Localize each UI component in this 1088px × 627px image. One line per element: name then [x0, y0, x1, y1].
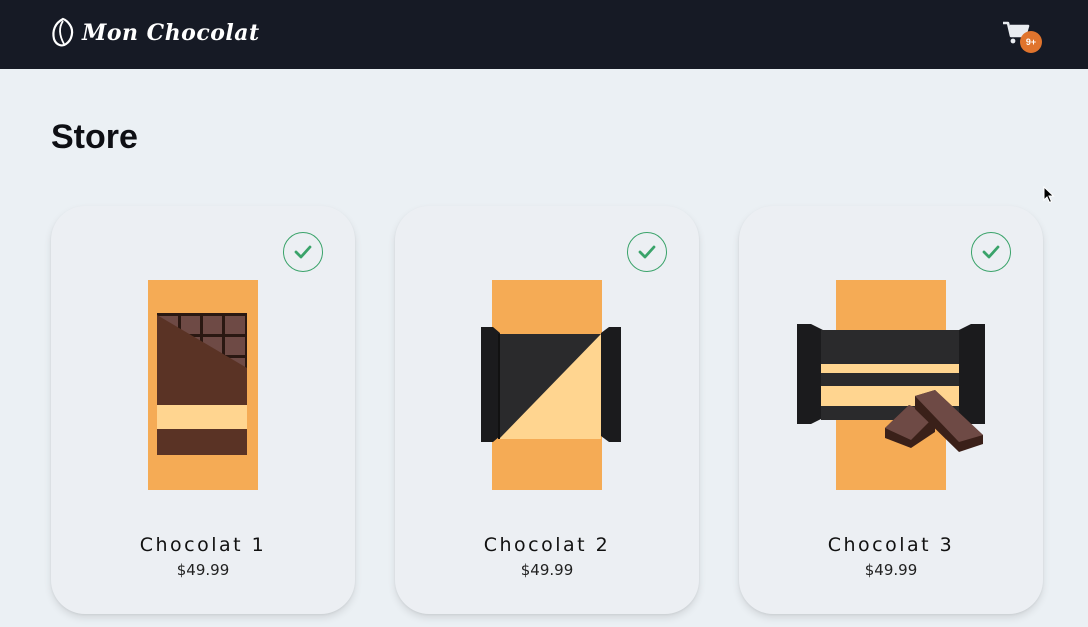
page-title: Store: [51, 118, 138, 156]
select-toggle-button[interactable]: [971, 232, 1011, 272]
product-card[interactable]: Chocolat 2 $49.99: [395, 206, 699, 614]
check-icon: [982, 245, 1000, 259]
select-toggle-button[interactable]: [283, 232, 323, 272]
product-price: $49.99: [176, 561, 230, 579]
brand-home-link[interactable]: Mon Chocolat: [50, 17, 260, 49]
product-name: Chocolat 1: [139, 534, 267, 556]
cart-button[interactable]: 9+: [1002, 20, 1042, 54]
mouse-cursor-icon: [1043, 186, 1055, 204]
select-toggle-button[interactable]: [627, 232, 667, 272]
product-price: $49.99: [520, 561, 574, 579]
top-navigation-bar: Mon Chocolat 9+: [0, 0, 1088, 69]
chocolate-bar-image: [148, 280, 258, 490]
product-name: Chocolat 2: [483, 534, 611, 556]
product-card[interactable]: Chocolat 3 $49.99: [739, 206, 1043, 614]
product-name: Chocolat 3: [827, 534, 955, 556]
cart-count-badge: 9+: [1020, 31, 1042, 53]
product-price: $49.99: [864, 561, 918, 579]
product-card[interactable]: Chocolat 1 $49.99: [51, 206, 355, 614]
check-icon: [638, 245, 656, 259]
cocoa-bean-icon: [52, 17, 74, 47]
chocolate-bar-image: [481, 280, 621, 490]
chocolate-bar-image: [797, 280, 985, 490]
check-icon: [294, 245, 312, 259]
brand-name: Mon Chocolat: [82, 20, 260, 46]
